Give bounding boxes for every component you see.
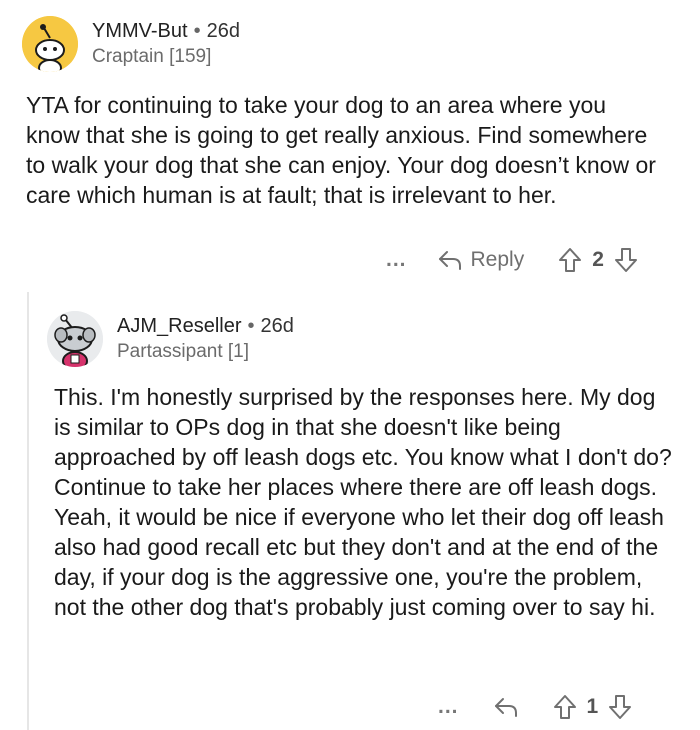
comment-age: 26d <box>260 315 294 337</box>
vote-count: 1 <box>586 695 599 718</box>
reply-button[interactable] <box>493 696 519 718</box>
comment-meta: AJM_Reseller • 26d Partassipant [1] <box>117 315 294 363</box>
user-flair: Craptain [159] <box>92 46 212 67</box>
snoo-avatar-icon <box>22 16 78 72</box>
comment-header: YMMV-But • 26d Craptain [159] <box>22 16 240 72</box>
separator-dot: • <box>247 315 255 337</box>
comment-meta: YMMV-But • 26d Craptain [159] <box>92 20 240 68</box>
more-options-button[interactable]: ... <box>438 695 459 719</box>
comment-header: AJM_Reseller • 26d Partassipant [1] <box>47 311 294 367</box>
more-options-button[interactable]: ... <box>386 248 407 272</box>
reply-arrow-icon <box>438 251 461 270</box>
comment-body: YTA for continuing to take your dog to a… <box>26 92 656 208</box>
snoo-avatar-icon <box>47 311 103 367</box>
upvote-arrow-icon[interactable] <box>553 694 577 720</box>
upvote-arrow-icon[interactable] <box>558 247 582 273</box>
comment-age: 26d <box>206 20 240 42</box>
comment-actions: ... Reply 2 <box>386 247 638 273</box>
vote-count: 2 <box>592 248 604 271</box>
reply-arrow-icon <box>494 698 517 717</box>
reply-label: Reply <box>470 248 525 271</box>
comment-body: This. I'm honestly surprised by the resp… <box>54 384 672 620</box>
separator-dot: • <box>193 20 201 42</box>
downvote-arrow-icon[interactable] <box>614 247 638 273</box>
vote-controls: 1 <box>553 694 633 720</box>
vote-controls: 2 <box>558 247 638 273</box>
comment-actions: ... 1 <box>438 694 632 720</box>
user-avatar[interactable] <box>22 16 78 72</box>
reply-button[interactable]: Reply <box>437 248 525 272</box>
user-flair: Partassipant [1] <box>117 341 250 362</box>
downvote-arrow-icon[interactable] <box>608 694 632 720</box>
username[interactable]: YMMV-But <box>92 20 188 43</box>
user-avatar[interactable] <box>47 311 103 367</box>
thread-line[interactable] <box>27 292 29 730</box>
username[interactable]: AJM_Reseller <box>117 315 241 338</box>
